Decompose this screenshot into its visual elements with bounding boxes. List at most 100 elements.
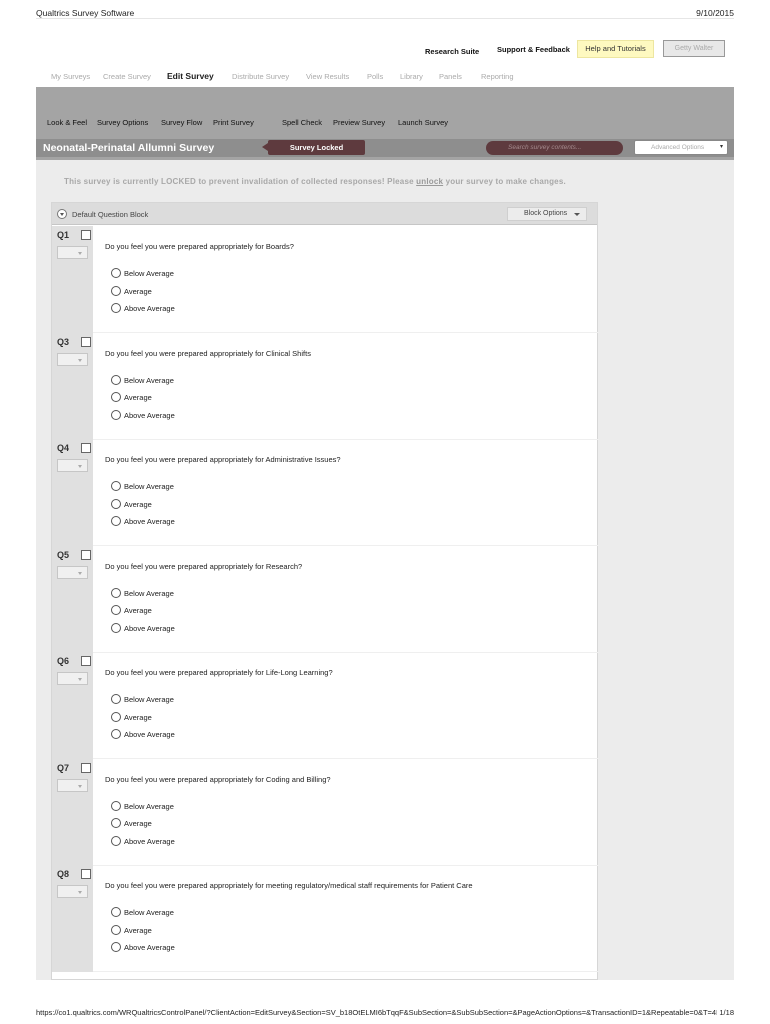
survey-title[interactable]: Neonatal-Perinatal Allumni Survey xyxy=(43,142,214,154)
unlock-link[interactable]: unlock xyxy=(416,177,443,186)
nav-view-results[interactable]: View Results xyxy=(306,72,349,81)
radio-button[interactable] xyxy=(111,622,121,633)
block-options-button[interactable]: Block Options xyxy=(507,207,587,221)
nav-library[interactable]: Library xyxy=(400,72,423,81)
block-header: Default Question Block Block Options xyxy=(52,203,597,225)
block-title: Default Question Block xyxy=(72,210,149,219)
survey-locked-badge[interactable]: Survey Locked xyxy=(262,140,365,155)
print-footer: https://co1.qualtrics.com/WRQualtricsCon… xyxy=(36,1008,734,1017)
question-select-checkbox[interactable] xyxy=(81,869,91,879)
answer-option-label: Below Average xyxy=(124,375,174,385)
nav-polls[interactable]: Polls xyxy=(367,72,383,81)
radio-button[interactable] xyxy=(111,924,121,935)
question-select-checkbox[interactable] xyxy=(81,656,91,666)
question-select-checkbox[interactable] xyxy=(81,762,91,773)
print-url: https://co1.qualtrics.com/WRQualtricsCon… xyxy=(36,1008,722,1017)
question-number: Q8 xyxy=(57,869,70,879)
nav-reporting[interactable]: Reporting xyxy=(481,72,514,81)
question-actions-dropdown[interactable] xyxy=(57,565,88,579)
chevron-down-icon: ▾ xyxy=(719,144,723,150)
question-number: Q4 xyxy=(57,443,70,453)
question-block: Default Question Block Block Options Q1 D… xyxy=(51,202,599,980)
radio-button[interactable] xyxy=(111,587,121,598)
survey-editor-page: Research Suite Support & Feedback Help a… xyxy=(36,20,734,980)
question-select-checkbox[interactable] xyxy=(81,230,91,240)
question-sidebar: Q7 xyxy=(52,758,93,866)
radio-button[interactable] xyxy=(111,392,121,402)
toolbar-survey-options[interactable]: Survey Options xyxy=(97,118,148,127)
search-survey-input[interactable]: Search survey contents... xyxy=(486,141,623,155)
collapse-block-icon[interactable] xyxy=(57,209,67,219)
question-sidebar: Q6 xyxy=(52,652,93,759)
nav-edit-survey[interactable]: Edit Survey xyxy=(167,71,214,81)
question-select-checkbox[interactable] xyxy=(81,443,91,453)
radio-button[interactable] xyxy=(111,409,121,420)
radio-button[interactable] xyxy=(111,516,121,526)
question-number: Q1 xyxy=(57,230,70,240)
question-sidebar: Q4 xyxy=(52,439,93,546)
radio-button[interactable] xyxy=(111,481,121,491)
radio-button[interactable] xyxy=(111,268,121,278)
answer-option-label: Below Average xyxy=(124,908,174,917)
question-select-checkbox[interactable] xyxy=(81,336,91,347)
question-actions-dropdown[interactable] xyxy=(57,459,88,472)
question-text[interactable]: Do you feel you were prepared appropriat… xyxy=(105,668,333,677)
toolbar-preview-survey[interactable]: Preview Survey xyxy=(333,118,385,127)
radio-button[interactable] xyxy=(111,605,121,615)
toolbar-spell-check[interactable]: Spell Check xyxy=(282,118,322,127)
radio-button[interactable] xyxy=(111,942,121,952)
question-text[interactable]: Do you feel you were prepared appropriat… xyxy=(105,349,311,358)
answer-option-label: Above Average xyxy=(124,943,175,952)
radio-button[interactable] xyxy=(111,285,121,296)
radio-button[interactable] xyxy=(111,303,121,313)
support-feedback-link[interactable]: Support & Feedback xyxy=(497,45,570,54)
research-suite-link[interactable]: Research Suite xyxy=(425,47,479,56)
help-tutorials-button[interactable]: Help and Tutorials xyxy=(577,40,654,58)
question-text[interactable]: Do you feel you were prepared appropriat… xyxy=(105,562,302,571)
question-actions-dropdown[interactable] xyxy=(57,885,88,898)
radio-button[interactable] xyxy=(111,694,121,704)
answer-option-label: Average xyxy=(124,712,152,722)
question-q1: Q1 Do you feel you were prepared appropri… xyxy=(52,226,599,333)
toolbar-survey-flow[interactable]: Survey Flow xyxy=(161,118,202,127)
question-text[interactable]: Do you feel you were prepared appropriat… xyxy=(105,242,294,251)
question-text[interactable]: Do you feel you were prepared appropriat… xyxy=(105,881,473,890)
question-select-checkbox[interactable] xyxy=(81,549,91,560)
toolbar-look-feel[interactable]: Look & Feel xyxy=(47,118,87,127)
toolbar-print-survey[interactable]: Print Survey xyxy=(213,118,254,127)
toolbar-launch-survey[interactable]: Launch Survey xyxy=(398,118,448,127)
answer-option-label: Above Average xyxy=(124,623,175,633)
question-actions-dropdown[interactable] xyxy=(57,352,88,366)
advanced-options-button[interactable]: Advanced Options ▾ xyxy=(634,140,728,155)
nav-distribute-survey[interactable]: Distribute Survey xyxy=(232,72,289,81)
radio-button[interactable] xyxy=(111,907,121,917)
answer-option-label: Average xyxy=(124,606,152,615)
nav-create-survey[interactable]: Create Survey xyxy=(103,72,151,81)
answer-option-label: Average xyxy=(124,819,152,828)
radio-button[interactable] xyxy=(111,729,121,739)
radio-button[interactable] xyxy=(111,374,121,385)
answer-option-label: Below Average xyxy=(124,482,174,491)
user-account-button[interactable]: Getty Walter xyxy=(663,40,725,57)
question-q5: Q5 Do you feel you were prepared appropri… xyxy=(52,545,599,653)
radio-button[interactable] xyxy=(111,818,121,828)
radio-button[interactable] xyxy=(111,835,121,846)
radio-button[interactable] xyxy=(111,498,121,509)
nav-panels[interactable]: Panels xyxy=(439,72,462,81)
question-actions-dropdown[interactable] xyxy=(57,246,88,259)
answer-option-label: Average xyxy=(124,286,152,296)
advanced-options-label: Advanced Options xyxy=(651,144,705,151)
answer-option-label: Below Average xyxy=(124,269,174,278)
answer-option-label: Above Average xyxy=(124,730,175,739)
question-actions-dropdown[interactable] xyxy=(57,672,88,685)
radio-button[interactable] xyxy=(111,800,121,811)
question-actions-dropdown[interactable] xyxy=(57,778,88,792)
radio-button[interactable] xyxy=(111,711,121,722)
block-options-label: Block Options xyxy=(524,210,568,217)
answer-option-label: Above Average xyxy=(124,836,175,846)
answer-option-label: Above Average xyxy=(124,410,175,420)
nav-my-surveys[interactable]: My Surveys xyxy=(51,72,90,81)
question-number: Q7 xyxy=(57,762,70,773)
question-text[interactable]: Do you feel you were prepared appropriat… xyxy=(105,455,341,464)
question-text[interactable]: Do you feel you were prepared appropriat… xyxy=(105,775,331,784)
